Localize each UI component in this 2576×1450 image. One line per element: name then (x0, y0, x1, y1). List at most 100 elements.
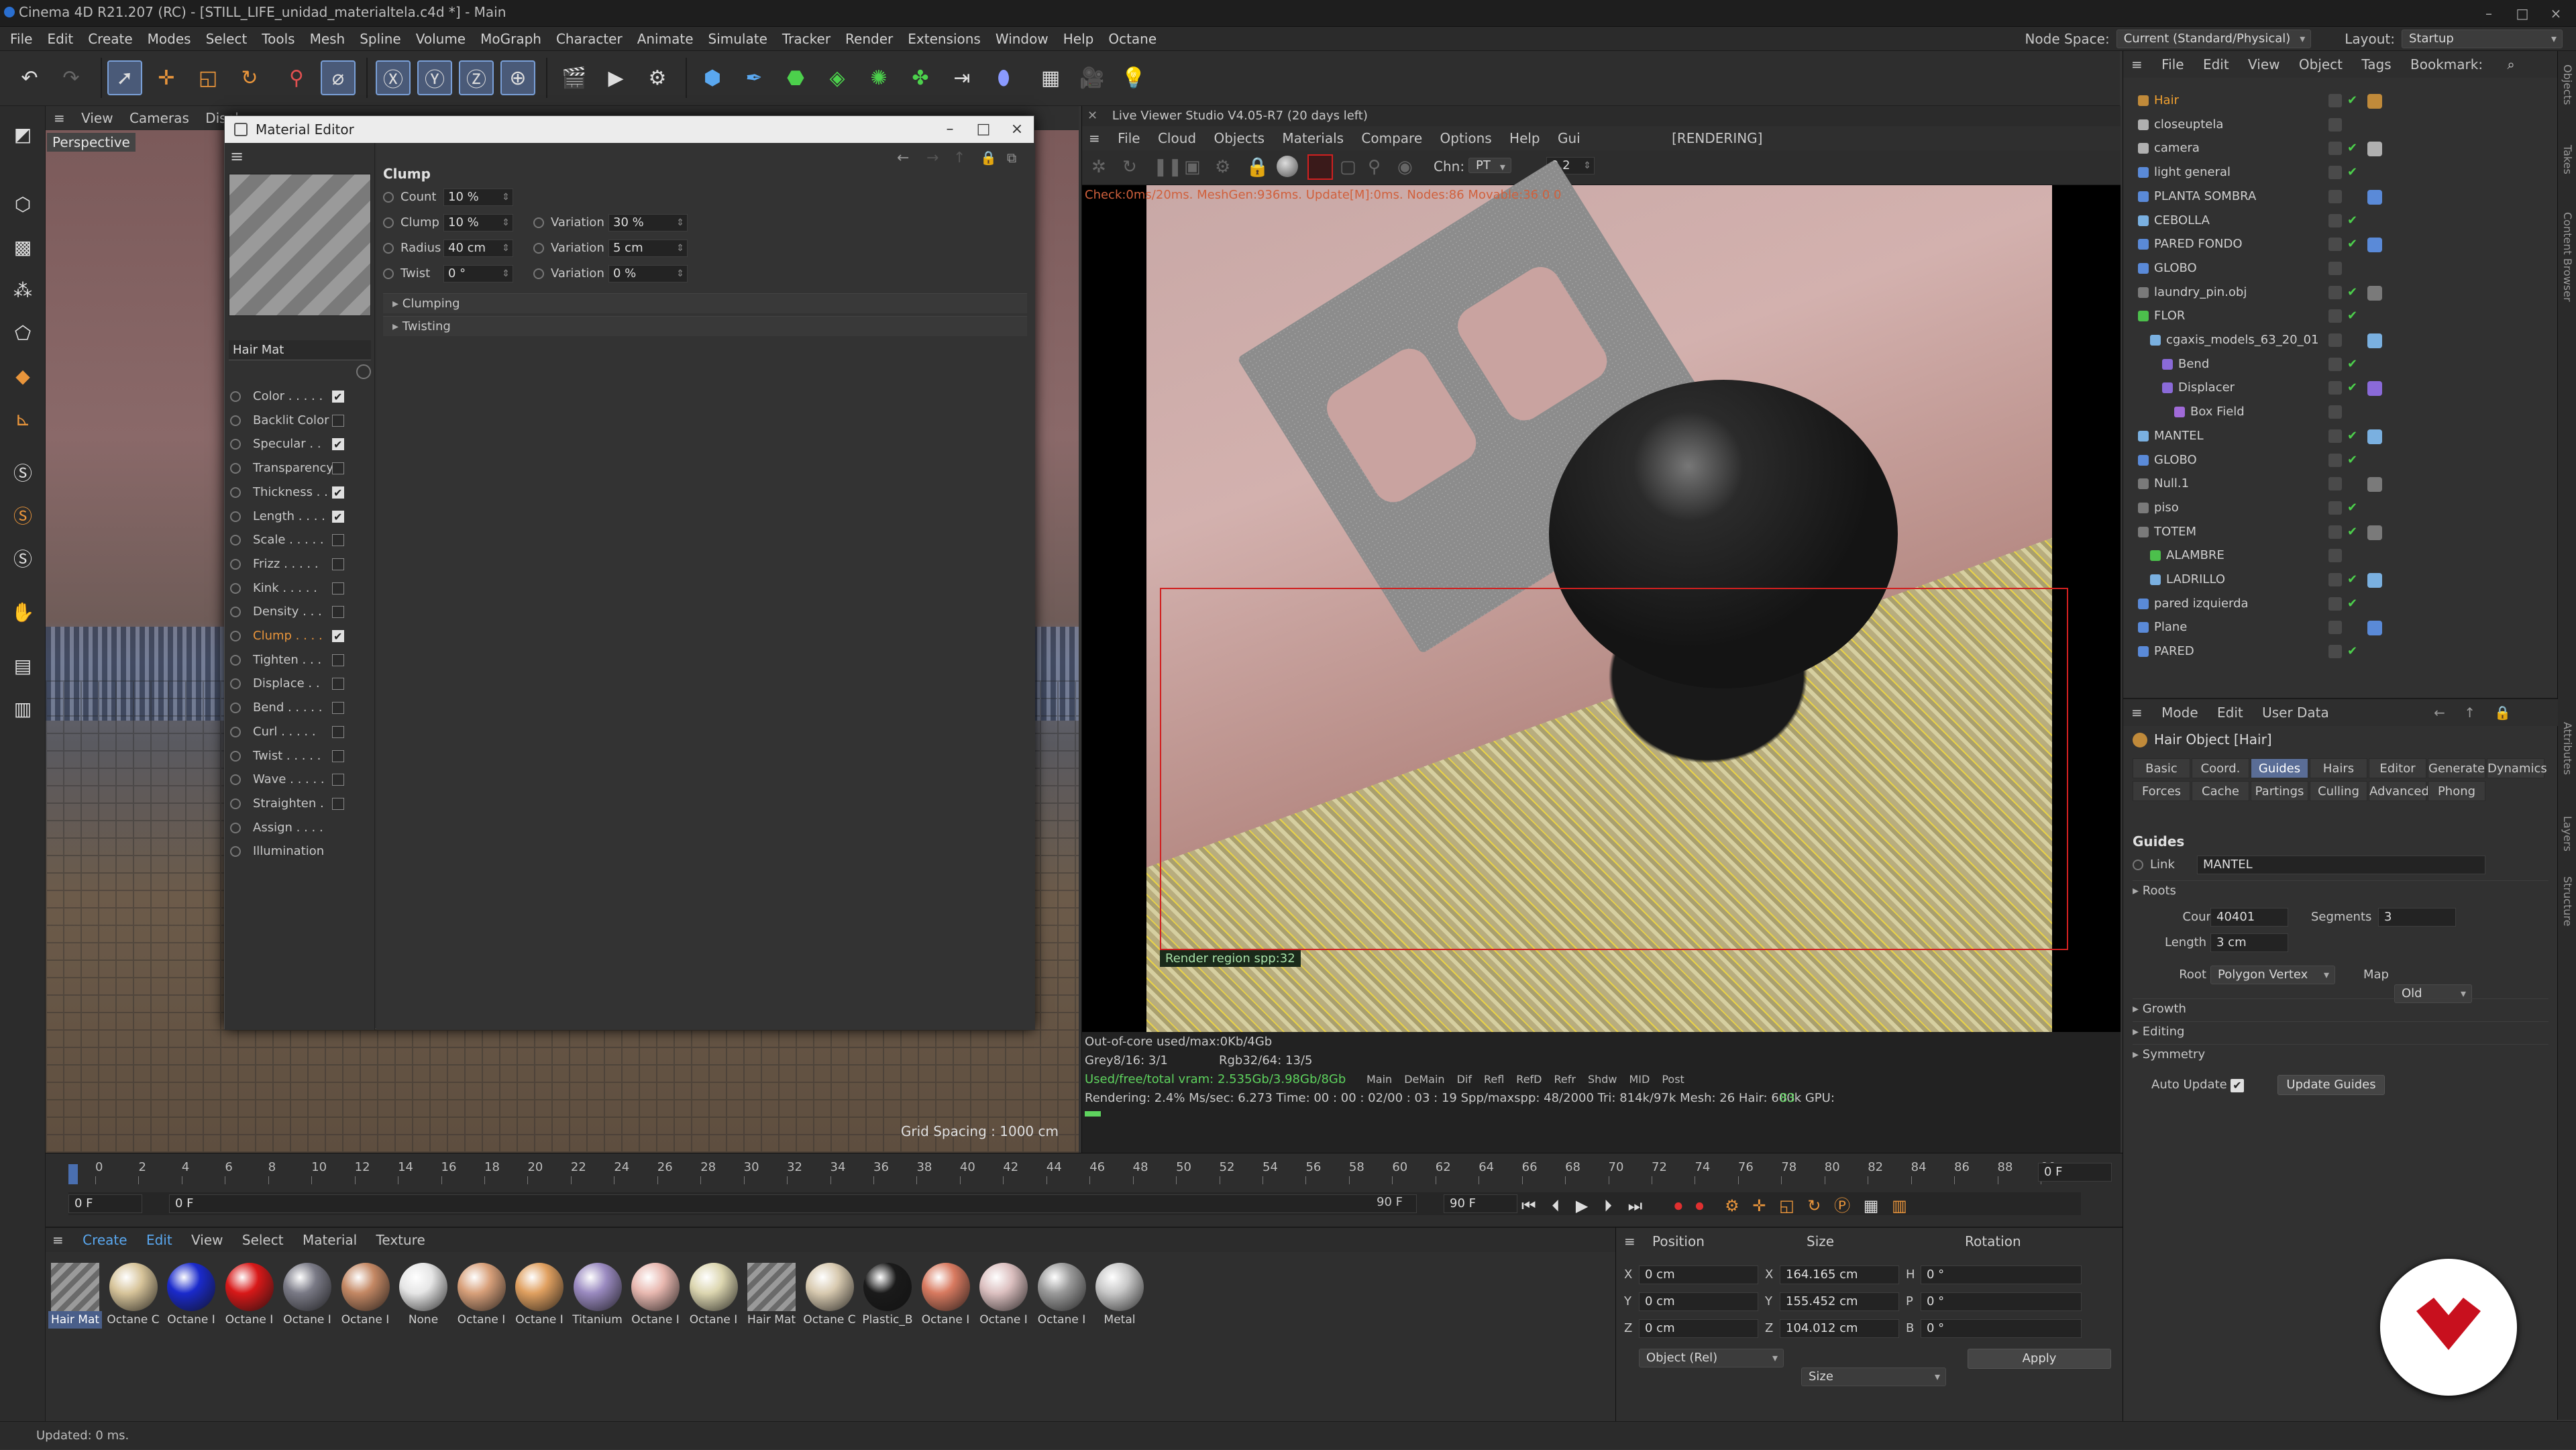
channel-anim-dot[interactable] (230, 750, 241, 762)
lv-focus-icon[interactable]: ◉ (1397, 157, 1413, 177)
render-pass-button[interactable]: Refr (1554, 1073, 1576, 1086)
editing-subsection[interactable]: Editing (2133, 1021, 2548, 1041)
om-menu-object[interactable]: Object (2299, 56, 2343, 72)
attr-tab-generate[interactable]: Generate (2428, 758, 2485, 778)
link-field[interactable]: MANTEL (2197, 856, 2485, 874)
twisting-subsection[interactable]: Twisting (383, 316, 1027, 336)
visibility-toggle-icon[interactable] (2328, 381, 2342, 395)
apply-button[interactable]: Apply (1968, 1349, 2111, 1369)
channel-row[interactable]: Tighten . . . (225, 648, 375, 672)
channel-anim-dot[interactable] (230, 511, 241, 522)
visibility-toggle-icon[interactable] (2328, 238, 2342, 252)
lv-pick-icon[interactable]: ⚲ (1368, 157, 1381, 177)
attr-tab-basic[interactable]: Basic (2133, 758, 2190, 778)
attr-tab-guides[interactable]: Guides (2251, 758, 2308, 778)
channel-row[interactable]: Assign . . . . (225, 816, 375, 839)
clump-var-anim-dot[interactable] (533, 217, 544, 228)
material-thumbnail[interactable]: Octane I (687, 1263, 741, 1337)
visibility-toggle-icon[interactable] (2328, 166, 2342, 180)
object-row[interactable]: PARED FONDO ✔ (2123, 232, 2558, 256)
side-tab-content-browser[interactable]: Content Browser (2561, 212, 2574, 302)
om-menu-edit[interactable]: Edit (2203, 56, 2229, 72)
material-tag-icon[interactable] (2367, 333, 2382, 348)
menu-window[interactable]: Window (988, 27, 1056, 51)
enabled-check-icon[interactable]: ✔ (2347, 352, 2357, 376)
channel-checkbox[interactable] (332, 505, 344, 529)
object-row[interactable]: Bend ✔ (2123, 352, 2558, 376)
key-position-icon[interactable]: ✛ (1752, 1196, 1766, 1215)
menu-volume[interactable]: Volume (409, 27, 473, 51)
visibility-toggle-icon[interactable] (2328, 573, 2342, 586)
rot-h-field[interactable]: 0 ° (1921, 1265, 2082, 1284)
material-thumbnail[interactable]: Octane I (164, 1263, 218, 1337)
keyframe-selection-icon[interactable]: ⚙ (1725, 1196, 1739, 1215)
material-thumbnail[interactable]: Hair Mat (745, 1263, 798, 1337)
twist-var-anim-dot[interactable] (533, 268, 544, 279)
material-tag-icon[interactable] (2367, 429, 2382, 444)
snap-icon[interactable]: Ⓢ (5, 455, 40, 490)
material-thumbnail[interactable]: Octane C (803, 1263, 857, 1337)
key-parameter-icon[interactable]: Ⓟ (1834, 1196, 1850, 1215)
lv-region-icon[interactable] (1307, 154, 1333, 180)
channel-anim-dot[interactable] (230, 415, 241, 426)
visibility-toggle-icon[interactable] (2328, 621, 2342, 635)
channel-checkbox[interactable] (332, 385, 344, 409)
enabled-check-icon[interactable]: ✔ (2347, 639, 2357, 663)
go-to-end-icon[interactable]: ⏭ (1628, 1196, 1643, 1215)
visibility-toggle-icon[interactable] (2328, 501, 2342, 515)
attr-menu-mode[interactable]: Mode (2161, 705, 2198, 721)
channel-checkbox[interactable] (332, 606, 344, 619)
channel-checkbox[interactable] (332, 774, 344, 786)
range-slider[interactable]: 0 F (169, 1194, 1417, 1213)
attr-menu-userdata[interactable]: User Data (2262, 705, 2329, 721)
object-row[interactable]: TOTEM ✔ (2123, 520, 2558, 543)
viewport-menu-view[interactable]: View (81, 110, 113, 126)
channel-anim-dot[interactable] (230, 463, 241, 474)
lv-material-preview-icon[interactable] (1277, 156, 1298, 177)
attr-tab-advanced[interactable]: Advanced (2369, 781, 2429, 801)
side-tab-takes[interactable]: Takes (2561, 145, 2574, 174)
locked-workplane-icon[interactable]: ▤ (5, 648, 40, 683)
coordinate-system-icon[interactable]: ⊕ (500, 60, 535, 95)
pen-spline-icon[interactable]: ✒ (737, 60, 771, 95)
object-row[interactable]: FLOR ✔ (2123, 304, 2558, 327)
growth-subsection[interactable]: Growth (2133, 998, 2548, 1019)
next-key-icon[interactable]: ⏵ (1604, 1196, 1612, 1215)
channel-checkbox[interactable] (332, 558, 344, 570)
rotate-tool-icon[interactable]: ↻ (232, 60, 267, 95)
quantize-icon[interactable]: Ⓢ (5, 541, 40, 576)
attr-tab-hairs[interactable]: Hairs (2310, 758, 2367, 778)
material-tag-icon[interactable] (2367, 381, 2382, 397)
layout-dropdown[interactable]: Startup (2402, 30, 2563, 48)
channel-row[interactable]: Clump . . . . (225, 624, 375, 648)
channel-anim-dot[interactable] (230, 631, 241, 641)
object-row[interactable]: closeuptela (2123, 113, 2558, 136)
material-thumbnail[interactable]: Metal (1093, 1263, 1146, 1337)
channel-row[interactable]: Straighten . (225, 792, 375, 815)
radius-anim-dot[interactable] (383, 243, 394, 254)
twist-anim-dot[interactable] (383, 268, 394, 279)
material-thumbnail[interactable]: Octane I (977, 1263, 1030, 1337)
menu-tools[interactable]: Tools (254, 27, 302, 51)
guide-length-field[interactable]: 3 cm (2210, 933, 2288, 952)
material-thumbnail[interactable]: None (396, 1263, 450, 1337)
visibility-toggle-icon[interactable] (2328, 261, 2342, 275)
visibility-toggle-icon[interactable] (2328, 117, 2342, 132)
make-editable-icon[interactable]: ◩ (5, 117, 40, 152)
lock-icon[interactable]: 🔒 (980, 150, 997, 166)
render-pass-button[interactable]: MID (1629, 1073, 1650, 1086)
render-settings-icon[interactable]: ⚙ (640, 60, 675, 95)
menu-render[interactable]: Render (838, 27, 900, 51)
menu-mograph[interactable]: MoGraph (473, 27, 549, 51)
lv-settings-icon[interactable]: ⚙ (1215, 157, 1230, 177)
move-tool-icon[interactable]: ✛ (149, 60, 184, 95)
menu-mesh[interactable]: Mesh (303, 27, 353, 51)
channel-row[interactable]: Length . . . . (225, 505, 375, 529)
menu-simulate[interactable]: Simulate (701, 27, 775, 51)
visibility-toggle-icon[interactable] (2328, 597, 2342, 611)
viewport-menu-cameras[interactable]: Cameras (129, 110, 189, 126)
channel-anim-dot[interactable] (230, 846, 241, 858)
attr-tab-dynamics[interactable]: Dynamics (2487, 758, 2547, 778)
menu-create[interactable]: Create (80, 27, 140, 51)
scale-tool-icon[interactable]: ◱ (191, 60, 225, 95)
